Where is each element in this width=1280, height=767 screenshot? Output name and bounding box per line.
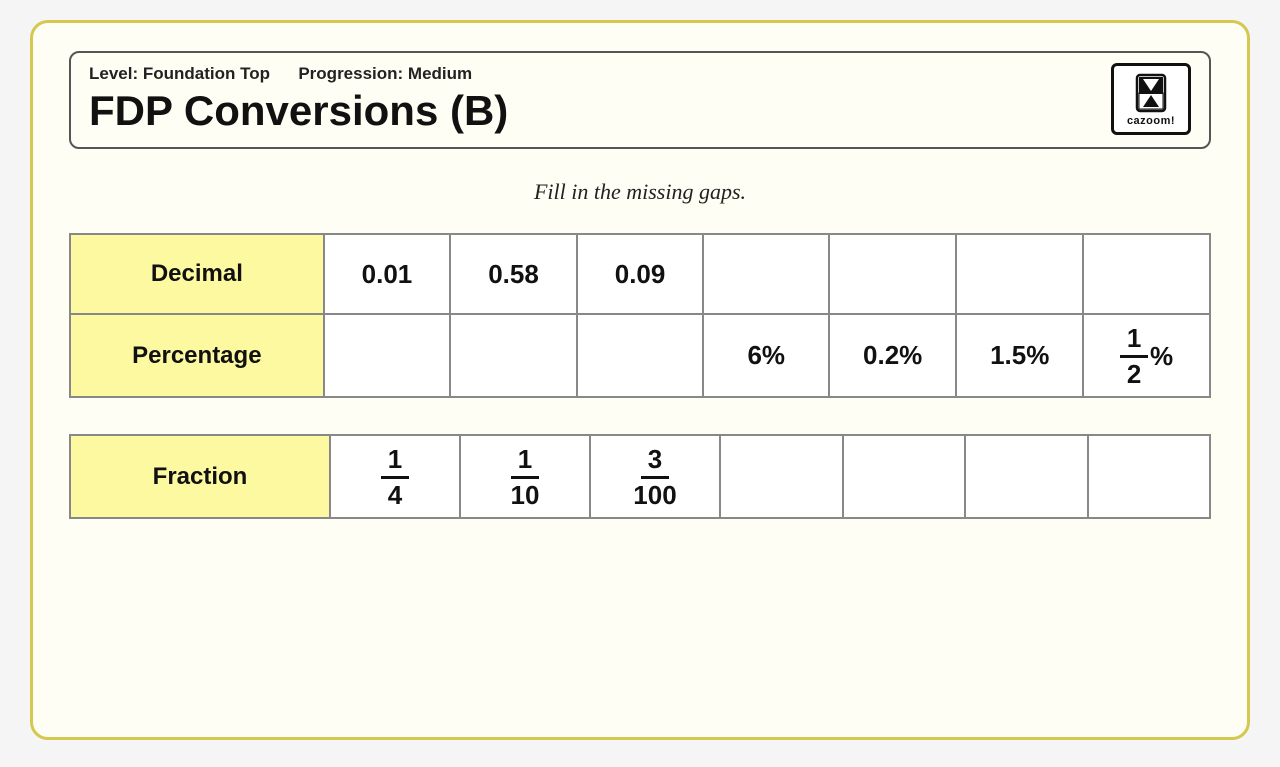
decimal-cell-1: 0.01 [324, 234, 451, 314]
fraction-label: Fraction [70, 435, 330, 518]
fraction-percent: 1 2 % [1120, 324, 1173, 388]
table2: Fraction 1 4 1 10 [69, 434, 1211, 519]
table-row: Percentage 6% 0.2% 1.5% 1 2 % [70, 314, 1210, 397]
fraction-cell-4 [720, 435, 843, 518]
table-row: Decimal 0.01 0.58 0.09 [70, 234, 1210, 314]
table1: Decimal 0.01 0.58 0.09 Percentage 6% [69, 233, 1211, 398]
fraction-cell-5 [843, 435, 966, 518]
fraction-cell-6 [965, 435, 1088, 518]
instruction-text: Fill in the missing gaps. [69, 179, 1211, 205]
pct-cell-7: 1 2 % [1083, 314, 1210, 397]
decimal-label: Decimal [70, 234, 324, 314]
fraction-hundredth: 3 100 [633, 445, 676, 509]
table2-wrapper: Fraction 1 4 1 10 [69, 434, 1211, 519]
logo-icon [1129, 71, 1173, 115]
page-title: FDP Conversions (B) [89, 88, 508, 134]
header-text-area: Level: Foundation Top Progression: Mediu… [89, 64, 508, 134]
fraction-cell-2: 1 10 [460, 435, 590, 518]
percentage-label: Percentage [70, 314, 324, 397]
progression-label: Progression: Medium [298, 64, 472, 83]
fraction-quarter: 1 4 [381, 445, 409, 509]
pct-cell-6: 1.5% [956, 314, 1083, 397]
pct-cell-3 [577, 314, 704, 397]
decimal-cell-3: 0.09 [577, 234, 704, 314]
fraction-cell-1: 1 4 [330, 435, 460, 518]
level-label: Level: Foundation Top [89, 64, 270, 83]
decimal-cell-5 [829, 234, 956, 314]
pct-cell-4: 6% [703, 314, 829, 397]
fraction-half: 1 2 [1120, 324, 1148, 388]
decimal-cell-6 [956, 234, 1083, 314]
decimal-cell-2: 0.58 [450, 234, 577, 314]
fraction-cell-7 [1088, 435, 1211, 518]
logo-box: cazoom! [1111, 63, 1191, 135]
pct-cell-2 [450, 314, 577, 397]
pct-cell-1 [324, 314, 451, 397]
decimal-cell-4 [703, 234, 829, 314]
fraction-cell-3: 3 100 [590, 435, 720, 518]
decimal-cell-7 [1083, 234, 1210, 314]
page-container: Level: Foundation Top Progression: Mediu… [30, 20, 1250, 740]
table-row: Fraction 1 4 1 10 [70, 435, 1210, 518]
pct-cell-5: 0.2% [829, 314, 956, 397]
fraction-tenth: 1 10 [511, 445, 540, 509]
header-top-line: Level: Foundation Top Progression: Mediu… [89, 64, 508, 84]
logo-text: cazoom! [1127, 115, 1175, 127]
table1-wrapper: Decimal 0.01 0.58 0.09 Percentage 6% [69, 233, 1211, 398]
header-box: Level: Foundation Top Progression: Mediu… [69, 51, 1211, 149]
